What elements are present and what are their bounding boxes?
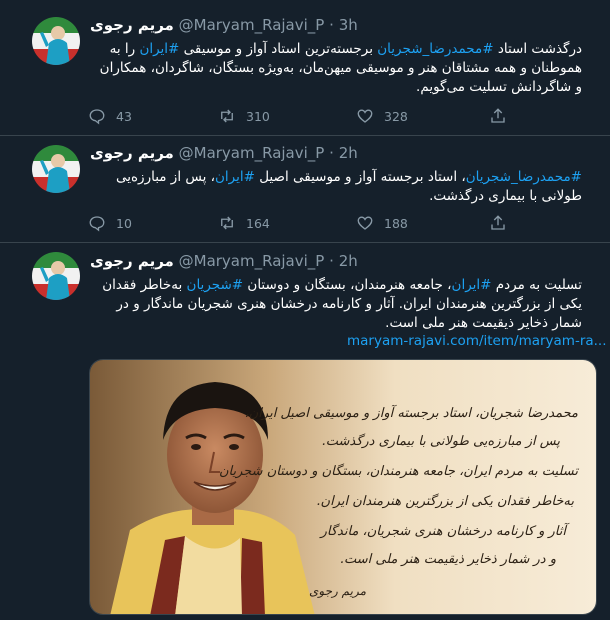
tweet-text: تسلیت به مردم #ایران، جامعه هنرمندان، بس… bbox=[102, 277, 582, 331]
tweet-text: درگذشت استاد #محمدرضا_شجریان برجسته‌ترین… bbox=[99, 41, 582, 95]
like-button[interactable]: 328 bbox=[356, 106, 408, 126]
signature: مریم رجوی bbox=[309, 584, 366, 598]
tweet-1[interactable]: مریم رجوی @Maryam_Rajavi_P · 3h درگذشت ا… bbox=[0, 0, 610, 136]
reply-count: 10 bbox=[116, 215, 132, 231]
share-icon bbox=[491, 215, 505, 230]
like-icon bbox=[357, 109, 373, 123]
dot-separator: · bbox=[329, 252, 334, 270]
tweet-2[interactable]: مریم رجوی @Maryam_Rajavi_P · 2h #محمدرضا… bbox=[0, 136, 610, 243]
retweet-icon bbox=[221, 109, 233, 123]
reply-button[interactable]: 43 bbox=[88, 106, 132, 126]
share-button[interactable] bbox=[489, 213, 517, 233]
timestamp[interactable]: 2h bbox=[339, 144, 358, 162]
tweet-actions: 10 164 188 bbox=[88, 213, 508, 233]
share-button[interactable] bbox=[489, 106, 517, 126]
tweet-text: #محمدرضا_شجریان، استاد برجسته آواز و موس… bbox=[115, 169, 582, 204]
hashtag[interactable]: #ایران bbox=[452, 277, 492, 293]
hashtag[interactable]: #محمدرضا_شجریان bbox=[377, 41, 493, 57]
calligraphy-line: آثار و کارنامه درخشان هنری شجریان، ماندگ… bbox=[320, 524, 566, 539]
retweet-count: 310 bbox=[246, 108, 270, 124]
author-name[interactable]: مریم رجوی bbox=[90, 252, 174, 270]
reply-icon bbox=[89, 109, 105, 125]
hashtag[interactable]: #محمدرضا_شجریان bbox=[466, 169, 582, 185]
share-icon bbox=[491, 108, 505, 123]
author-handle[interactable]: @Maryam_Rajavi_P bbox=[179, 16, 325, 34]
hashtag[interactable]: #ایران bbox=[139, 41, 179, 57]
tweet-header: مریم رجوی @Maryam_Rajavi_P · 3h bbox=[90, 16, 358, 36]
calligraphy-line: و در شمار ذخایر ذیقیمت هنر ملی است. bbox=[339, 552, 556, 567]
tweet-header: مریم رجوی @Maryam_Rajavi_P · 2h bbox=[90, 252, 358, 272]
reply-icon bbox=[89, 216, 105, 232]
timestamp[interactable]: 2h bbox=[339, 252, 358, 270]
timestamp[interactable]: 3h bbox=[339, 16, 358, 34]
tweet-actions: 43 310 328 bbox=[88, 106, 508, 126]
hashtag[interactable]: #شجریان bbox=[187, 277, 244, 293]
avatar[interactable] bbox=[32, 145, 80, 193]
retweet-icon bbox=[221, 216, 233, 230]
author-name[interactable]: مریم رجوی bbox=[90, 16, 174, 34]
image-artwork bbox=[90, 360, 596, 614]
author-handle[interactable]: @Maryam_Rajavi_P bbox=[179, 144, 325, 162]
reply-count: 43 bbox=[116, 108, 132, 124]
retweet-button[interactable]: 310 bbox=[218, 106, 270, 126]
tweet-image[interactable]: محمدرضا شجریان، استاد برجسته آواز و موسی… bbox=[89, 359, 597, 615]
tweet-link[interactable]: maryam-rajavi.com/item/maryam-ra... bbox=[347, 333, 607, 349]
like-count: 328 bbox=[384, 108, 408, 124]
calligraphy-line: پس از مبارزه‌یی طولانی با بیماری درگذشت. bbox=[321, 434, 560, 449]
dot-separator: · bbox=[329, 16, 334, 34]
tweet-header: مریم رجوی @Maryam_Rajavi_P · 2h bbox=[90, 144, 358, 164]
like-icon bbox=[357, 216, 373, 230]
retweet-count: 164 bbox=[246, 215, 270, 231]
calligraphy-line: به‌خاطر فقدان یکی از بزرگترین هنرمندان ا… bbox=[316, 494, 574, 509]
author-name[interactable]: مریم رجوی bbox=[90, 144, 174, 162]
calligraphy-line: محمدرضا شجریان، استاد برجسته آواز و موسی… bbox=[244, 406, 578, 421]
author-handle[interactable]: @Maryam_Rajavi_P bbox=[179, 252, 325, 270]
avatar[interactable] bbox=[32, 252, 80, 300]
reply-button[interactable]: 10 bbox=[88, 213, 132, 233]
hashtag[interactable]: #ایران bbox=[215, 169, 255, 185]
retweet-button[interactable]: 164 bbox=[218, 213, 270, 233]
avatar[interactable] bbox=[32, 17, 80, 65]
calligraphy-line: تسلیت به مردم ایران، جامعه هنرمندان، بست… bbox=[218, 464, 578, 479]
like-button[interactable]: 188 bbox=[356, 213, 408, 233]
dot-separator: · bbox=[329, 144, 334, 162]
like-count: 188 bbox=[384, 215, 408, 231]
